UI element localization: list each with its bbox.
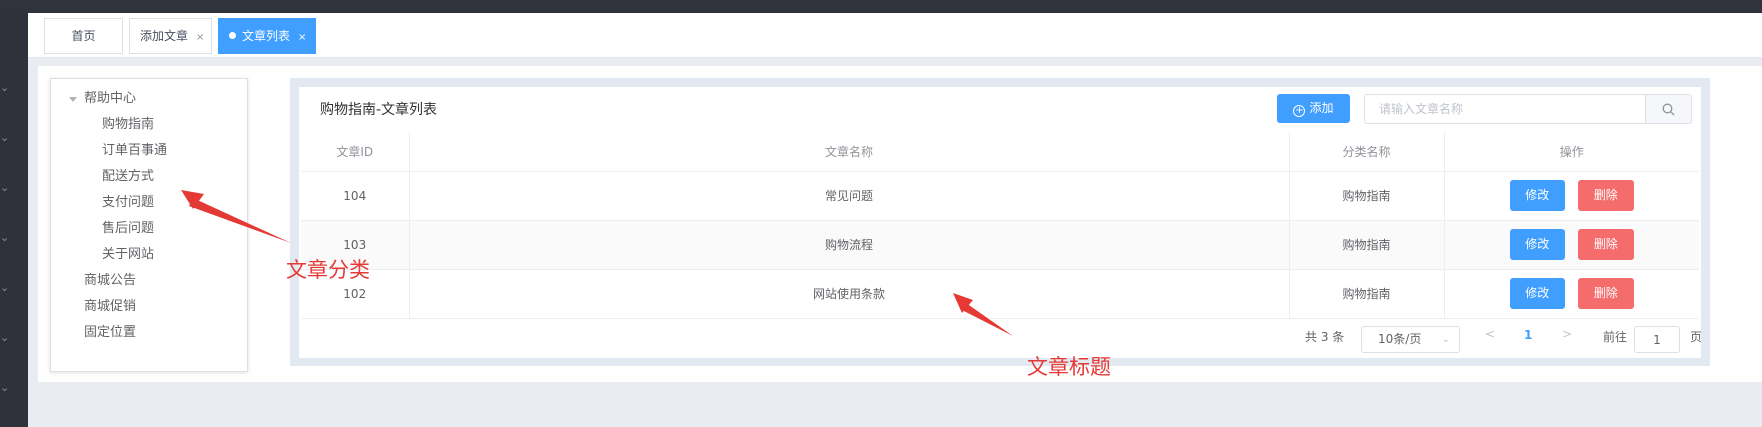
arrow-category (189, 198, 291, 243)
arrow-title (960, 303, 1013, 336)
annotation-arrows (181, 190, 1013, 336)
annotation-title-label: 文章标题 (1027, 355, 1111, 379)
annotation-category-label: 文章分类 (286, 258, 370, 282)
